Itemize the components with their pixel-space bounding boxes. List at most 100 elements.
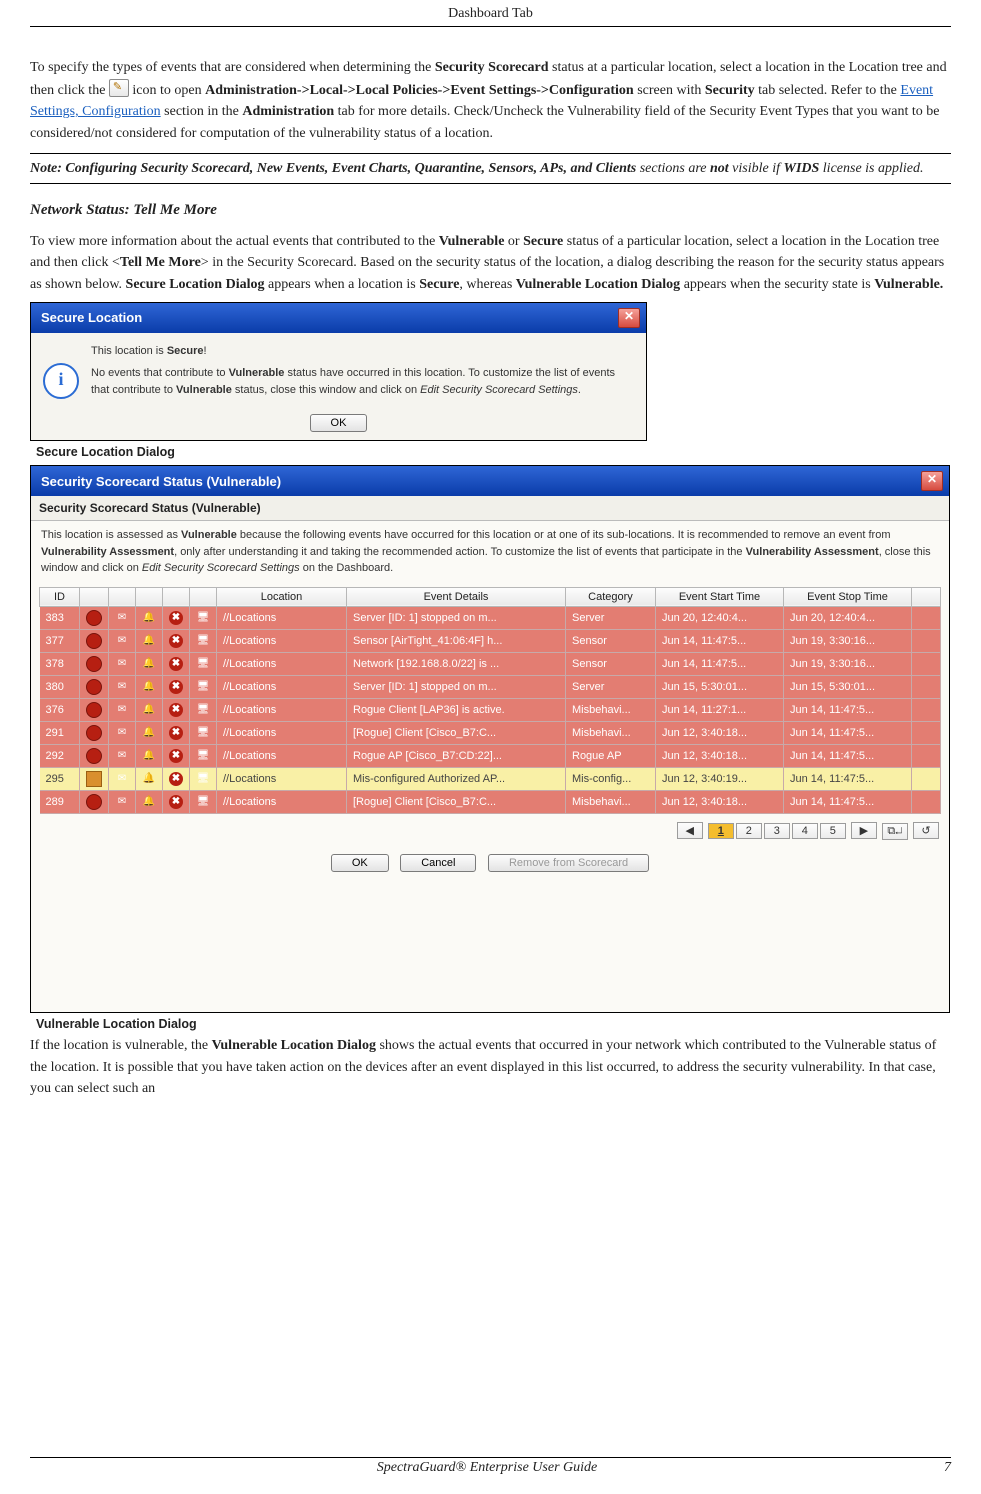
scrollbar-track[interactable] [912, 744, 941, 767]
cell-severity [80, 629, 109, 652]
col-icon[interactable] [80, 587, 109, 606]
col-location[interactable]: Location [217, 587, 347, 606]
pager-copy-button[interactable]: ⧉↵ [882, 823, 908, 840]
pager-page-button[interactable]: 1 [708, 823, 734, 839]
text-bold: Secure Location Dialog [126, 277, 265, 292]
paragraph-specify-events: To specify the types of events that are … [30, 57, 951, 145]
pager-refresh-button[interactable]: ↺ [913, 822, 939, 839]
mail-icon: ✉ [115, 611, 129, 625]
cell-severity [80, 721, 109, 744]
pager-next-button[interactable]: ▶ [851, 822, 877, 839]
col-icon[interactable] [163, 587, 190, 606]
text-bold: Vulnerability Assessment [41, 546, 174, 558]
delete-icon: ✖ [169, 611, 183, 625]
monitor-icon: 🖥 [196, 703, 210, 717]
scrollbar-track[interactable] [912, 721, 941, 744]
cell-location: //Locations [217, 606, 347, 629]
col-id[interactable]: ID [40, 587, 80, 606]
cell-delete: ✖ [163, 652, 190, 675]
scrollbar-track[interactable] [912, 675, 941, 698]
alert-icon: 🔔 [142, 772, 156, 786]
table-row[interactable]: 289✉🔔✖🖥//Locations[Rogue] Client [Cisco_… [40, 790, 941, 813]
text-bold: Vulnerability Assessment [746, 546, 879, 558]
col-category[interactable]: Category [566, 587, 656, 606]
cell-severity [80, 744, 109, 767]
text: ! [204, 345, 207, 357]
cell-delete: ✖ [163, 721, 190, 744]
ok-button[interactable]: OK [310, 414, 368, 432]
col-icon[interactable] [190, 587, 217, 606]
scrollbar-track[interactable] [912, 652, 941, 675]
col-stop[interactable]: Event Stop Time [784, 587, 912, 606]
col-icon[interactable] [109, 587, 136, 606]
text: section in the [161, 104, 243, 119]
cell-category: Sensor [566, 629, 656, 652]
note-box: Note: Configuring Security Scorecard, Ne… [30, 153, 951, 184]
mail-icon: ✉ [115, 634, 129, 648]
note-text: sections are [636, 161, 710, 176]
cell-start: Jun 12, 3:40:19... [656, 767, 784, 790]
scrollbar[interactable] [912, 587, 941, 606]
cell-device: 🖥 [190, 675, 217, 698]
figure-caption-vulnerable: Vulnerable Location Dialog [36, 1017, 951, 1031]
cell-stop: Jun 19, 3:30:16... [784, 652, 912, 675]
table-row[interactable]: 291✉🔔✖🖥//Locations[Rogue] Client [Cisco_… [40, 721, 941, 744]
cell-start: Jun 12, 3:40:18... [656, 721, 784, 744]
table-row[interactable]: 292✉🔔✖🖥//LocationsRogue AP [Cisco_B7:CD:… [40, 744, 941, 767]
vulnerable-location-dialog: Security Scorecard Status (Vulnerable) ✕… [30, 465, 950, 1013]
scrollbar-track[interactable] [912, 790, 941, 813]
severity-high-icon [86, 656, 102, 672]
cell-severity [80, 606, 109, 629]
cell-category: Server [566, 606, 656, 629]
close-icon[interactable]: ✕ [921, 471, 943, 491]
cancel-button[interactable]: Cancel [400, 854, 476, 872]
ok-button[interactable]: OK [331, 854, 389, 872]
text-bold: Security [705, 83, 755, 98]
scrollbar-track[interactable] [912, 606, 941, 629]
cell-location: //Locations [217, 790, 347, 813]
col-start[interactable]: Event Start Time [656, 587, 784, 606]
note-bold: Note: Configuring Security Scorecard, Ne… [30, 161, 636, 176]
pager-page-button[interactable]: 3 [764, 823, 790, 839]
col-icon[interactable] [136, 587, 163, 606]
scrollbar-track[interactable] [912, 767, 941, 790]
text-bold: Vulnerable [181, 529, 237, 541]
text: No events that contribute to [91, 367, 229, 379]
mail-icon: ✉ [115, 749, 129, 763]
table-row[interactable]: 378✉🔔✖🖥//LocationsNetwork [192.168.8.0/2… [40, 652, 941, 675]
remove-from-scorecard-button[interactable]: Remove from Scorecard [488, 854, 649, 872]
cell-location: //Locations [217, 767, 347, 790]
pager-page-button[interactable]: 4 [792, 823, 818, 839]
close-icon[interactable]: ✕ [618, 308, 640, 328]
scrollbar-track[interactable] [912, 698, 941, 721]
alert-icon: 🔔 [142, 703, 156, 717]
severity-high-icon [86, 679, 102, 695]
table-row[interactable]: 377✉🔔✖🖥//LocationsSensor [AirTight_41:06… [40, 629, 941, 652]
mail-icon: ✉ [115, 772, 129, 786]
pager-prev-button[interactable]: ◀ [677, 822, 703, 839]
cell-category: Server [566, 675, 656, 698]
cell-delete: ✖ [163, 675, 190, 698]
events-table: ID Location Event Details Category Event… [39, 587, 941, 814]
cell-delete: ✖ [163, 790, 190, 813]
col-details[interactable]: Event Details [347, 587, 566, 606]
cell-alert: 🔔 [136, 790, 163, 813]
pager-page-button[interactable]: 2 [736, 823, 762, 839]
table-row[interactable]: 295✉🔔✖🖥//LocationsMis-configured Authori… [40, 767, 941, 790]
dialog-title-text: Secure Location [41, 310, 142, 325]
severity-medium-icon [86, 771, 102, 787]
table-row[interactable]: 380✉🔔✖🖥//LocationsServer [ID: 1] stopped… [40, 675, 941, 698]
text-bold: Security Scorecard [435, 60, 549, 75]
severity-high-icon [86, 748, 102, 764]
cell-location: //Locations [217, 675, 347, 698]
cell-id: 292 [40, 744, 80, 767]
monitor-icon: 🖥 [196, 611, 210, 625]
table-row[interactable]: 376✉🔔✖🖥//LocationsRogue Client [LAP36] i… [40, 698, 941, 721]
alert-icon: 🔔 [142, 634, 156, 648]
table-row[interactable]: 383✉🔔✖🖥//LocationsServer [ID: 1] stopped… [40, 606, 941, 629]
page-footer: SpectraGuard® Enterprise User Guide 7 [30, 1457, 951, 1476]
scrollbar-track[interactable] [912, 629, 941, 652]
text-bold: Vulnerable Location Dialog [516, 277, 680, 292]
pager-page-button[interactable]: 5 [820, 823, 846, 839]
cell-category: Misbehavi... [566, 790, 656, 813]
